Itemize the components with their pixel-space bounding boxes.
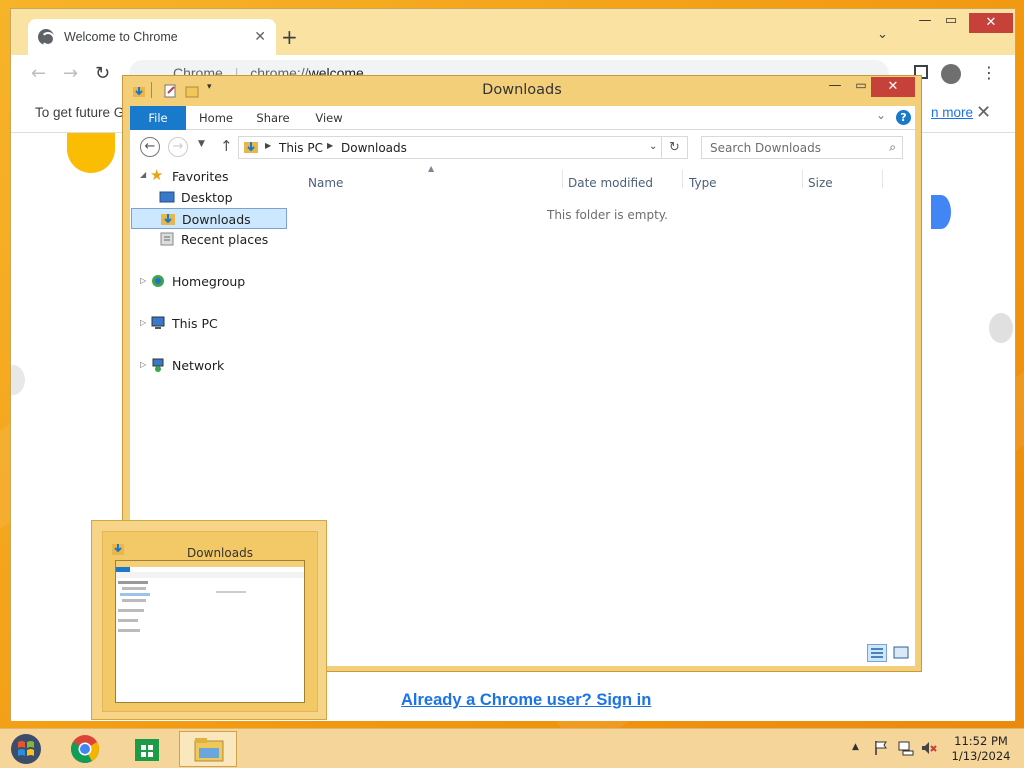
nav-this-pc[interactable]: This PC xyxy=(150,313,280,334)
taskbar-store-button[interactable] xyxy=(118,731,176,767)
ribbon-tabs: File Home Share View ⌄ ? xyxy=(130,106,915,130)
sign-in-link[interactable]: Already a Chrome user? Sign in xyxy=(401,691,651,710)
nav-network[interactable]: Network xyxy=(150,355,280,376)
tab-title: Welcome to Chrome xyxy=(64,30,178,44)
system-clock[interactable]: 11:52 PM 1/13/2024 xyxy=(944,734,1018,764)
explorer-minimize-button[interactable]: — xyxy=(823,78,847,93)
address-bar[interactable]: ▶ This PC ▶ Downloads ⌄ xyxy=(238,136,662,159)
details-view-icon[interactable] xyxy=(867,644,887,662)
explorer-maximize-button[interactable]: ▭ xyxy=(849,78,873,92)
address-dropdown-chevron-icon[interactable]: ⌄ xyxy=(649,141,657,152)
folder-download-icon xyxy=(161,214,175,225)
folder-download-icon xyxy=(244,142,258,153)
explorer-title-bar[interactable]: ▾ Downloads — ▭ ✕ xyxy=(123,76,921,106)
file-list: ▲ Name Date modified Type Size This fold… xyxy=(300,164,915,222)
nav-desktop[interactable]: Desktop xyxy=(159,187,287,208)
nav-downloads[interactable]: Downloads xyxy=(131,208,287,229)
search-input[interactable]: Search Downloads ⌕ xyxy=(701,136,903,159)
breadcrumb-this-pc[interactable]: This PC xyxy=(279,141,323,155)
back-arrow-icon[interactable]: ← xyxy=(140,137,160,157)
chrome-tab-bar: Welcome to Chrome ✕ + ⌄ — ▭ ✕ xyxy=(11,9,1015,55)
clock-date: 1/13/2024 xyxy=(951,749,1011,763)
action-center-flag-icon[interactable] xyxy=(873,740,889,756)
taskbar: ▲ 11:52 PM 1/13/2024 xyxy=(0,728,1024,768)
nav-recent-places[interactable]: Recent places xyxy=(159,229,287,250)
expand-triangle-icon[interactable]: ▷ xyxy=(140,360,146,369)
thumbnail-title: Downloads xyxy=(187,546,253,560)
chrome-logo-icon xyxy=(71,735,99,763)
ribbon-tab-view[interactable]: View xyxy=(306,106,352,130)
recent-places-icon xyxy=(160,232,174,246)
taskbar-file-explorer-button[interactable] xyxy=(179,731,237,767)
recent-locations-chevron-icon[interactable]: ▼ xyxy=(198,139,205,149)
new-tab-button[interactable]: + xyxy=(281,25,298,49)
start-button[interactable] xyxy=(6,732,46,766)
thumbnail-window-image xyxy=(115,560,305,703)
collapse-triangle-icon[interactable]: ◢ xyxy=(140,170,146,179)
refresh-icon[interactable]: ↻ xyxy=(662,136,688,159)
column-header-type[interactable]: Type xyxy=(689,176,717,190)
computer-icon xyxy=(151,316,165,329)
decor-gray-circle-left xyxy=(11,365,25,395)
forward-arrow-icon[interactable]: → xyxy=(63,63,78,84)
up-arrow-icon[interactable]: ↑ xyxy=(220,137,233,155)
volume-muted-icon[interactable] xyxy=(920,740,938,756)
decor-gray-circle-right xyxy=(989,313,1013,343)
infobar-close-icon[interactable]: ✕ xyxy=(976,102,991,123)
tab-search-chevron-icon[interactable]: ⌄ xyxy=(877,27,888,42)
ribbon-tab-home[interactable]: Home xyxy=(190,106,242,130)
windows-logo-icon xyxy=(11,734,41,764)
file-explorer-icon xyxy=(194,738,224,762)
address-row: ← → ▼ ↑ ▶ This PC ▶ Downloads ⌄ ↻ Search… xyxy=(130,130,915,166)
breadcrumb-chevron-icon[interactable]: ▶ xyxy=(265,141,271,150)
decor-yellow-circle xyxy=(67,133,115,173)
infobar-learn-more-link[interactable]: n more xyxy=(931,105,973,120)
sort-ascending-icon: ▲ xyxy=(428,164,435,173)
ribbon-tab-file[interactable]: File xyxy=(130,106,186,130)
profile-avatar-icon[interactable] xyxy=(941,64,961,84)
thumbnail-inner: Downloads xyxy=(102,531,318,712)
homegroup-icon xyxy=(152,275,164,287)
taskbar-chrome-button[interactable] xyxy=(56,731,114,767)
network-tray-icon[interactable] xyxy=(897,740,915,756)
taskbar-thumbnail-preview[interactable]: Downloads xyxy=(91,520,327,720)
star-icon: ★ xyxy=(150,166,164,184)
forward-arrow-icon[interactable]: → xyxy=(168,137,188,157)
large-icons-view-icon[interactable] xyxy=(892,644,910,662)
expand-triangle-icon[interactable]: ▷ xyxy=(140,276,146,285)
kebab-menu-icon[interactable]: ⋮ xyxy=(981,63,997,82)
expand-triangle-icon[interactable]: ▷ xyxy=(140,318,146,327)
tab-close-icon[interactable]: ✕ xyxy=(254,29,266,45)
help-icon[interactable]: ? xyxy=(896,110,911,125)
search-placeholder: Search Downloads xyxy=(710,141,821,155)
search-icon: ⌕ xyxy=(889,140,896,154)
breadcrumb-downloads[interactable]: Downloads xyxy=(341,141,407,155)
nav-favorites[interactable]: ★ Favorites xyxy=(150,166,280,187)
chrome-tab-welcome[interactable]: Welcome to Chrome ✕ xyxy=(28,19,276,55)
show-hidden-icons-chevron-icon[interactable]: ▲ xyxy=(852,742,859,752)
clock-time: 11:52 PM xyxy=(954,734,1008,748)
reload-icon[interactable]: ↻ xyxy=(95,63,110,84)
network-icon xyxy=(152,358,164,372)
chrome-maximize-button[interactable]: ▭ xyxy=(939,13,963,33)
column-header-name[interactable]: Name xyxy=(308,176,343,190)
breadcrumb-chevron-icon[interactable]: ▶ xyxy=(327,141,333,150)
store-icon xyxy=(135,739,159,761)
empty-folder-message: This folder is empty. xyxy=(547,208,668,222)
infobar-text: To get future Go xyxy=(35,105,132,120)
column-header-date-modified[interactable]: Date modified xyxy=(568,176,653,190)
nav-homegroup[interactable]: Homegroup xyxy=(150,271,280,292)
chrome-minimize-button[interactable]: — xyxy=(913,13,937,33)
chrome-close-button[interactable]: ✕ xyxy=(969,13,1013,33)
explorer-close-button[interactable]: ✕ xyxy=(871,77,915,97)
expand-ribbon-chevron-icon[interactable]: ⌄ xyxy=(876,108,886,122)
globe-icon xyxy=(38,29,55,46)
explorer-window-title: Downloads xyxy=(482,82,562,98)
ribbon-tab-share[interactable]: Share xyxy=(248,106,298,130)
desktop-icon xyxy=(159,191,175,203)
column-header-size[interactable]: Size xyxy=(808,176,833,190)
back-arrow-icon[interactable]: ← xyxy=(31,63,46,84)
decor-blue-shape xyxy=(931,195,951,229)
